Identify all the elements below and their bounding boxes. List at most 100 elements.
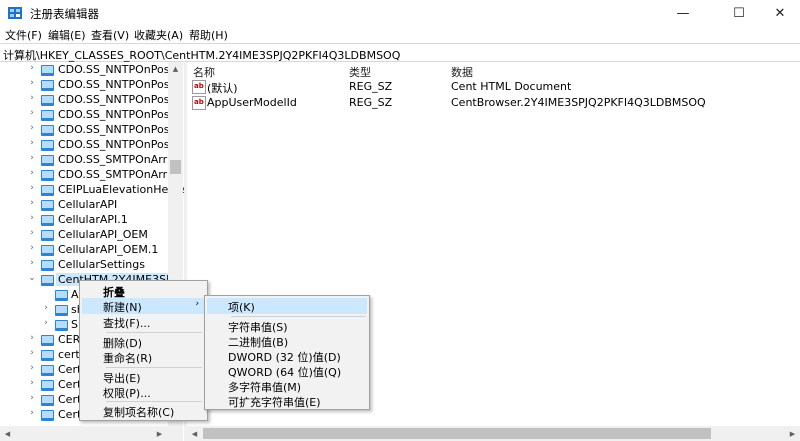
tree-item-label: A: [71, 288, 79, 301]
column-header-name[interactable]: 名称: [193, 64, 215, 80]
chevron-right-icon[interactable]: ›: [27, 123, 37, 133]
column-header-data[interactable]: 数据: [451, 64, 473, 80]
scroll-right-icon[interactable]: ▶: [785, 427, 800, 440]
tree-scroll-thumb[interactable]: [170, 160, 181, 174]
tree-item-label: CDO.SS_NNTPOnPostS: [58, 123, 181, 136]
menu-collapse[interactable]: 折叠: [82, 283, 205, 299]
menu-new-dword-value[interactable]: DWORD (32 位)值(D): [207, 348, 367, 364]
chevron-right-icon[interactable]: ›: [27, 348, 37, 358]
chevron-right-icon[interactable]: ›: [27, 378, 37, 388]
menu-new-key[interactable]: 项(K): [207, 298, 367, 314]
chevron-right-icon[interactable]: ›: [27, 363, 37, 373]
menu-permissions[interactable]: 权限(P)...: [82, 384, 205, 400]
chevron-right-icon[interactable]: ›: [41, 318, 51, 328]
folder-icon: [41, 95, 54, 106]
chevron-right-icon[interactable]: ›: [27, 168, 37, 178]
menu-new-qword-value[interactable]: QWORD (64 位)值(Q): [207, 363, 367, 379]
menu-copy-key-name[interactable]: 复制项名称(C): [82, 403, 205, 419]
chevron-right-icon[interactable]: ›: [27, 78, 37, 88]
tree-item[interactable]: › CDO.SS_NNTPOnPostS: [0, 138, 181, 153]
value-row[interactable]: ab AppUserModelId REG_SZ CentBrowser.2Y4…: [187, 95, 800, 111]
chevron-right-icon[interactable]: ›: [27, 153, 37, 163]
chevron-right-icon[interactable]: ›: [27, 243, 37, 253]
reg-sz-icon: ab: [192, 80, 206, 94]
menu-help[interactable]: 帮助(H): [189, 27, 228, 43]
tree-item[interactable]: › CellularAPI_OEM.1: [0, 243, 170, 258]
menu-new-string-value[interactable]: 字符串值(S): [207, 318, 367, 334]
value-name: (默认): [207, 82, 238, 95]
tree-horizontal-scrollbar[interactable]: ◀ ▶: [0, 426, 183, 441]
tree-item[interactable]: › CellularAPI: [0, 198, 170, 213]
tree-item[interactable]: › CDO.SS_NNTPOnPostF: [0, 108, 180, 123]
tree-item-label: CDO.SS_NNTPOnPostF: [58, 108, 181, 121]
folder-icon: [41, 185, 54, 196]
tree-item[interactable]: › CDO.SS_NNTPOnPostE: [0, 63, 181, 78]
folder-icon: [41, 80, 54, 91]
folder-icon: [41, 260, 54, 271]
maximize-button[interactable]: ☐: [716, 0, 762, 26]
value-row[interactable]: ab (默认) REG_SZ Cent HTML Document: [187, 79, 800, 95]
tree-item[interactable]: › CDO.SS_NNTPOnPostF: [0, 93, 180, 108]
new-submenu: 项(K) 字符串值(S) 二进制值(B) DWORD (32 位)值(D) QW…: [204, 295, 370, 410]
menu-new[interactable]: 新建(N) ›: [82, 298, 205, 314]
tree-item-label: CDO.SS_NNTPOnPostF: [58, 93, 181, 106]
menu-new-expandable-string-value[interactable]: 可扩充字符串值(E): [207, 393, 367, 409]
scroll-left-icon[interactable]: ◀: [0, 427, 15, 440]
close-button[interactable]: ✕: [760, 0, 800, 26]
folder-icon: [41, 200, 54, 211]
menu-new-multi-string-value[interactable]: 多字符串值(M): [207, 378, 367, 394]
address-bar[interactable]: 计算机\HKEY_CLASSES_ROOT\CentHTM.2Y4IME3SPJ…: [0, 43, 800, 62]
menu-separator: [231, 316, 365, 317]
scroll-right-icon[interactable]: ▶: [152, 427, 167, 440]
minimize-button[interactable]: —: [660, 0, 706, 26]
tree-item[interactable]: › CellularAPI_OEM: [0, 228, 170, 243]
chevron-right-icon[interactable]: ›: [27, 108, 37, 118]
tree-item[interactable]: › CEIPLuaElevationHelpe: [0, 183, 184, 198]
menu-export[interactable]: 导出(E): [82, 369, 205, 385]
column-header-type[interactable]: 类型: [349, 64, 371, 80]
menu-separator: [106, 401, 202, 402]
chevron-right-icon[interactable]: ›: [27, 258, 37, 268]
chevron-right-icon[interactable]: ›: [27, 408, 37, 418]
tree-item[interactable]: › CDO.SS_NNTPOnPostF: [0, 78, 180, 93]
chevron-right-icon[interactable]: ›: [27, 93, 37, 103]
tree-item[interactable]: › CellularSettings: [0, 258, 170, 273]
scroll-up-icon[interactable]: ▲: [168, 62, 183, 75]
chevron-right-icon[interactable]: ›: [27, 333, 37, 343]
tree-item-label: CDO.SS_NNTPOnPostS: [58, 138, 181, 151]
chevron-right-icon[interactable]: ›: [27, 63, 37, 73]
value-data: Cent HTML Document: [451, 80, 572, 93]
context-menu: 折叠 新建(N) › 查找(F)... 删除(D) 重命名(R) 导出(E) 权限…: [79, 280, 208, 421]
chevron-right-icon[interactable]: ›: [27, 228, 37, 238]
folder-icon: [41, 65, 54, 76]
menu-favorites[interactable]: 收藏夹(A): [134, 27, 183, 43]
values-scroll-thumb[interactable]: [203, 428, 711, 439]
chevron-down-icon[interactable]: ⌄: [27, 273, 37, 283]
folder-icon: [41, 245, 54, 256]
folder-icon: [41, 215, 54, 226]
folder-icon: [41, 110, 54, 121]
scroll-left-icon[interactable]: ◀: [187, 427, 202, 440]
chevron-right-icon[interactable]: ›: [27, 183, 37, 193]
chevron-right-icon[interactable]: ›: [27, 213, 37, 223]
values-horizontal-scrollbar[interactable]: ◀ ▶: [187, 426, 800, 441]
tree-item[interactable]: › CDO.SS_SMTPOnArriva: [0, 153, 183, 168]
chevron-right-icon[interactable]: ›: [41, 303, 51, 313]
menu-new-binary-value[interactable]: 二进制值(B): [207, 333, 367, 349]
tree-item[interactable]: › CellularAPI.1: [0, 213, 170, 228]
menu-find[interactable]: 查找(F)...: [82, 314, 205, 330]
menu-rename[interactable]: 重命名(R): [82, 349, 205, 365]
tree-item[interactable]: › CDO.SS_SMTPOnArriva: [0, 168, 183, 183]
menu-separator: [106, 332, 202, 333]
submenu-arrow-icon: ›: [195, 299, 199, 309]
tree-item[interactable]: › CDO.SS_NNTPOnPostS: [0, 123, 181, 138]
chevron-right-icon[interactable]: ›: [27, 138, 37, 148]
menu-view[interactable]: 查看(V): [91, 27, 129, 43]
tree-item-label: CellularAPI.1: [58, 213, 128, 226]
tree-item-label: CDO.SS_SMTPOnArriva: [58, 153, 184, 166]
chevron-right-icon[interactable]: ›: [27, 393, 37, 403]
menu-delete[interactable]: 删除(D): [82, 334, 205, 350]
menu-file[interactable]: 文件(F): [5, 27, 42, 43]
menu-edit[interactable]: 编辑(E): [48, 27, 86, 43]
chevron-right-icon[interactable]: ›: [27, 198, 37, 208]
